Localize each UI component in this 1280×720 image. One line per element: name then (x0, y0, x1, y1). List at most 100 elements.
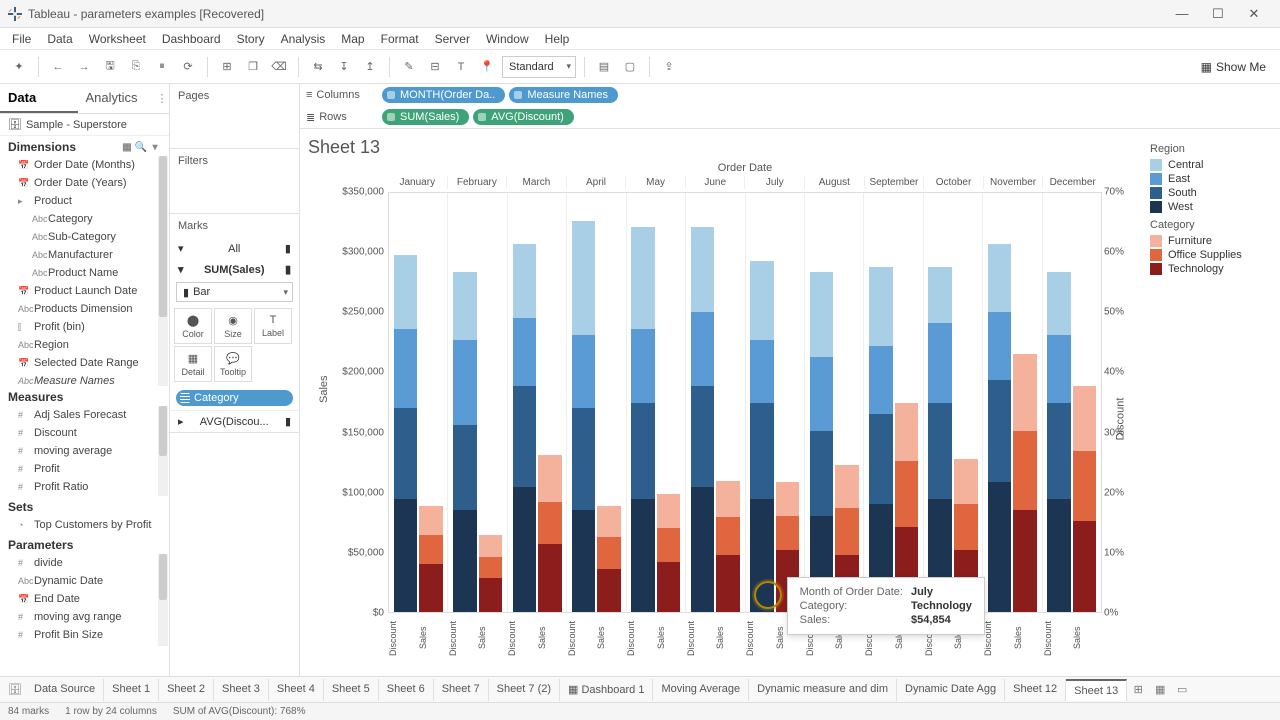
field-dynamic-date[interactable]: AbcDynamic Date (0, 572, 169, 590)
legend-region-south[interactable]: South (1150, 187, 1270, 199)
tab-analytics[interactable]: Analytics (78, 84, 156, 113)
menu-server[interactable]: Server (427, 30, 478, 48)
discount-bar-july[interactable] (750, 193, 774, 612)
legend-category-furniture[interactable]: Furniture (1150, 235, 1270, 247)
save-button[interactable]: 🖫 (99, 56, 121, 78)
color-pill-category[interactable]: Category (176, 390, 293, 406)
new-dashboard-icon[interactable]: ▦ (1149, 683, 1171, 696)
marks-label-button[interactable]: TLabel (254, 308, 292, 344)
sales-bar-february[interactable] (479, 193, 503, 612)
mark-type-dropdown[interactable]: ▮Bar (176, 282, 293, 302)
tab-data[interactable]: Data (0, 84, 78, 113)
discount-bar-february[interactable] (453, 193, 477, 612)
field-product-launch-date[interactable]: 📅Product Launch Date (0, 282, 169, 300)
discount-bar-january[interactable] (394, 193, 418, 612)
legend-region-west[interactable]: West (1150, 201, 1270, 213)
search-icon[interactable]: 🔍 (135, 141, 147, 153)
sales-bar-november[interactable] (1013, 193, 1037, 612)
field-divide[interactable]: #divide (0, 554, 169, 572)
sales-bar-july[interactable] (776, 193, 800, 612)
share-button[interactable]: ⇪ (658, 56, 680, 78)
field-category[interactable]: AbcCategory (0, 210, 169, 228)
labels-button[interactable]: T (450, 56, 472, 78)
field-end-date[interactable]: 📅End Date (0, 590, 169, 608)
legend-category-technology[interactable]: Technology (1150, 263, 1270, 275)
show-me-button[interactable]: ▦ Show Me (1195, 58, 1272, 76)
menu-window[interactable]: Window (478, 30, 537, 48)
field-manufacturer[interactable]: AbcManufacturer (0, 246, 169, 264)
field-product-name[interactable]: AbcProduct Name (0, 264, 169, 282)
legend-category-office-supplies[interactable]: Office Supplies (1150, 249, 1270, 261)
sort-desc-button[interactable]: ↥ (359, 56, 381, 78)
field-selected-date-range[interactable]: 📅Selected Date Range (0, 354, 169, 372)
field-order-date-years-[interactable]: 📅Order Date (Years) (0, 174, 169, 192)
sheet-tab-sheet-7-2-[interactable]: Sheet 7 (2) (489, 679, 560, 701)
pill-avg-discount-[interactable]: AVG(Discount) (473, 109, 574, 125)
plot-area[interactable] (388, 192, 1102, 613)
menu-worksheet[interactable]: Worksheet (81, 30, 154, 48)
field-adj-sales-forecast[interactable]: #Adj Sales Forecast (0, 406, 169, 424)
field-top-customers-by-profit[interactable]: ◔Top Customers by Profit (0, 516, 169, 534)
refresh-button[interactable]: ⟳ (177, 56, 199, 78)
panel-menu-icon[interactable]: ⋮ (155, 84, 169, 113)
sheet-tab-sheet-12[interactable]: Sheet 12 (1005, 679, 1066, 701)
field-moving-average[interactable]: #moving average (0, 442, 169, 460)
menu-story[interactable]: Story (229, 30, 273, 48)
discount-bar-december[interactable] (1047, 193, 1071, 612)
sheet-tab-moving-average[interactable]: Moving Average (653, 679, 749, 701)
discount-bar-april[interactable] (572, 193, 596, 612)
new-worksheet-icon[interactable]: ⊞ (1127, 683, 1149, 696)
discount-bar-october[interactable] (928, 193, 952, 612)
sheet-tab-data-source[interactable]: Data Source (26, 679, 104, 701)
back-button[interactable]: ← (47, 56, 69, 78)
field-profit-ratio[interactable]: #Profit Ratio (0, 478, 169, 496)
field-sales-forecast[interactable]: #Sales Forecast (0, 644, 169, 646)
swap-button[interactable]: ⇆ (307, 56, 329, 78)
sheet-tab-sheet-7[interactable]: Sheet 7 (434, 679, 489, 701)
sales-bar-december[interactable] (1073, 193, 1097, 612)
discount-bar-march[interactable] (513, 193, 537, 612)
maximize-button[interactable]: ☐ (1200, 4, 1236, 24)
marks-all-row[interactable]: ▾All▮ (170, 238, 299, 259)
menu-map[interactable]: Map (333, 30, 372, 48)
data-source-row[interactable]: 🗄 Sample - Superstore (0, 114, 169, 136)
duplicate-button[interactable]: ❐ (242, 56, 264, 78)
sheet-tab-dashboard-1[interactable]: ▦ Dashboard 1 (560, 679, 653, 701)
marks-tooltip-button[interactable]: 💬Tooltip (214, 346, 252, 382)
sheet-tab-sheet-5[interactable]: Sheet 5 (324, 679, 379, 701)
pill-month-order-da-[interactable]: MONTH(Order Da.. (382, 87, 505, 103)
sheet-tab-sheet-13[interactable]: Sheet 13 (1066, 679, 1127, 701)
marks-sum-sales-row[interactable]: ▾SUM(Sales)▮ (170, 259, 299, 280)
menu-dashboard[interactable]: Dashboard (154, 30, 229, 48)
field-sub-category[interactable]: AbcSub-Category (0, 228, 169, 246)
discount-bar-june[interactable] (691, 193, 715, 612)
sheet-tab-sheet-4[interactable]: Sheet 4 (269, 679, 324, 701)
discount-bar-november[interactable] (988, 193, 1012, 612)
sales-bar-october[interactable] (954, 193, 978, 612)
sales-bar-june[interactable] (716, 193, 740, 612)
field-region[interactable]: AbcRegion (0, 336, 169, 354)
field-profit-bin-size[interactable]: #Profit Bin Size (0, 626, 169, 644)
new-worksheet-button[interactable]: ⊞ (216, 56, 238, 78)
marks-color-button[interactable]: ⬤Color (174, 308, 212, 344)
sheet-tab-sheet-3[interactable]: Sheet 3 (214, 679, 269, 701)
fit-dropdown[interactable]: Standard (502, 56, 576, 78)
minimize-button[interactable]: — (1164, 4, 1200, 24)
sales-bar-august[interactable] (835, 193, 859, 612)
field-measure-names[interactable]: AbcMeasure Names (0, 372, 169, 386)
cards-button[interactable]: ▤ (593, 56, 615, 78)
field-profit-bin-[interactable]: ⫿Profit (bin) (0, 318, 169, 336)
marks-size-button[interactable]: ◉Size (214, 308, 252, 344)
sheet-tab-dynamic-measure-and-dim[interactable]: Dynamic measure and dim (749, 679, 897, 701)
field-discount[interactable]: #Discount (0, 424, 169, 442)
sales-bar-march[interactable] (538, 193, 562, 612)
field-product[interactable]: ▸Product (0, 192, 169, 210)
new-story-icon[interactable]: ▭ (1171, 683, 1193, 696)
marks-detail-button[interactable]: ▦Detail (174, 346, 212, 382)
field-moving-avg-range[interactable]: #moving avg range (0, 608, 169, 626)
sales-bar-may[interactable] (657, 193, 681, 612)
datasource-tab-icon[interactable]: 🗄 (4, 683, 26, 696)
tableau-icon[interactable]: ✦ (8, 56, 30, 78)
legend-region-central[interactable]: Central (1150, 159, 1270, 171)
forward-button[interactable]: → (73, 56, 95, 78)
